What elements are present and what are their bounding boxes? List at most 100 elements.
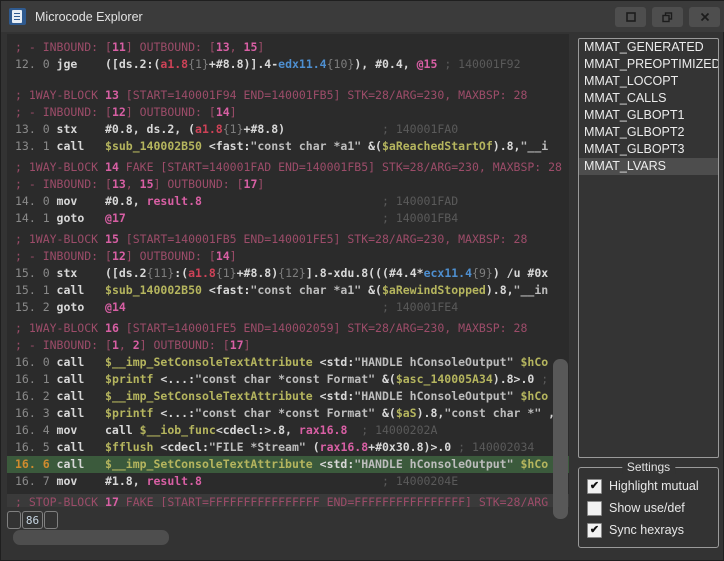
close-button[interactable]: [689, 7, 720, 27]
code-token: goto: [57, 211, 105, 225]
code-token: ; - INBOUND: [: [15, 177, 112, 191]
code-line[interactable]: 16. 6 call $__imp_SetConsoleTextAttribut…: [7, 456, 569, 473]
code-token: 12. 0: [15, 57, 57, 71]
code-token: @17: [105, 211, 126, 225]
code-line[interactable]: ; STOP-BLOCK 17 FAKE [START=FFFFFFFFFFFF…: [7, 494, 569, 507]
maturity-item-mmat_preoptimized[interactable]: MMAT_PREOPTIMIZED: [579, 56, 718, 73]
maturity-item-mmat_glbopt3[interactable]: MMAT_GLBOPT3: [579, 141, 718, 158]
code-line[interactable]: ; 1WAY-BLOCK 14 FAKE [START=140001FAD EN…: [15, 159, 569, 176]
code-line[interactable]: ; 1WAY-BLOCK 16 [START=140001FE5 END=140…: [15, 320, 569, 337]
maturity-item-mmat_generated[interactable]: MMAT_GENERATED: [579, 39, 718, 56]
code-token: ; 140001FAD: [202, 194, 458, 208]
code-token: +#8.8): [237, 266, 279, 280]
code-token: 17: [230, 338, 244, 352]
microcode-view[interactable]: ; - INBOUND: [11] OUTBOUND: [13, 15]12. …: [7, 34, 569, 507]
code-token: ; 14000202A: [347, 423, 437, 437]
code-line[interactable]: 14. 0 mov #0.8, result.8 ; 140001FAD: [15, 193, 569, 210]
code-token: 13: [112, 177, 126, 191]
maturity-list[interactable]: MMAT_GENERATEDMMAT_PREOPTIMIZEDMMAT_LOCO…: [578, 38, 719, 458]
code-line[interactable]: 16. 2 call $__imp_SetConsoleTextAttribut…: [15, 388, 569, 405]
code-block: ; - INBOUND: [11] OUTBOUND: [13, 15]12. …: [15, 39, 569, 73]
code-token: "const char *const Format": [195, 372, 375, 386]
maturity-item-mmat_glbopt1[interactable]: MMAT_GLBOPT1: [579, 107, 718, 124]
vertical-scrollbar[interactable]: [553, 359, 568, 519]
code-line[interactable]: 14. 1 goto @17 ; 140001FB4: [15, 210, 569, 227]
code-line[interactable]: 16. 5 call $fflush <cdecl:"FILE *Stream"…: [15, 439, 569, 456]
code-token: &(: [375, 406, 396, 420]
code-token: <cdecl:: [153, 440, 208, 454]
code-line[interactable]: 16. 1 call $printf <...:"const char *con…: [15, 371, 569, 388]
code-token: ]: [244, 338, 251, 352]
code-token: $hCo: [520, 457, 548, 471]
code-token: ; 140001FB4: [126, 211, 458, 225]
code-token: ]: [257, 40, 264, 54]
code-token: ]: [230, 249, 237, 263]
code-token: ] OUTBOUND: [: [140, 338, 230, 352]
maturity-item-mmat_locopt[interactable]: MMAT_LOCOPT: [579, 73, 718, 90]
code-line[interactable]: 16. 3 call $printf <...:"const char *con…: [15, 405, 569, 422]
code-line[interactable]: 12. 0 jge ([ds.2:(a1.8{1}+#8.8)].4-edx11…: [15, 56, 569, 73]
code-line[interactable]: 13. 1 call $sub_140002B50 <fast:"const c…: [15, 138, 569, 155]
code-token: ,: [119, 338, 133, 352]
code-token: ; - INBOUND: [: [15, 40, 112, 54]
code-token: ] OUTBOUND: [: [126, 249, 216, 263]
checkbox-box[interactable]: ✔: [587, 479, 602, 494]
code-token: 16. 1: [15, 372, 57, 386]
block-number-increment[interactable]: [44, 511, 58, 529]
code-token: $sub_140002B50: [105, 283, 202, 297]
code-line[interactable]: 15. 0 stx ([ds.2{11}:(a1.8{1}+#8.8){12}]…: [15, 265, 569, 282]
code-token: (: [306, 440, 320, 454]
code-token: ), #0.4,: [354, 57, 416, 71]
checkbox-highlight-mutual[interactable]: ✔Highlight mutual: [587, 478, 718, 494]
maturity-item-mmat_glbopt2[interactable]: MMAT_GLBOPT2: [579, 124, 718, 141]
checkbox-box[interactable]: ✔: [587, 523, 602, 538]
code-line[interactable]: 16. 7 mov #1.8, result.8 ; 14000204E: [15, 473, 569, 490]
block-number-decrement[interactable]: [7, 511, 21, 529]
code-line[interactable]: 16. 4 mov call $__iob_func<cdecl:>.8, ra…: [15, 422, 569, 439]
code-token: call: [57, 406, 105, 420]
code-line[interactable]: ; 1WAY-BLOCK 15 [START=140001FB5 END=140…: [15, 231, 569, 248]
code-token: ] OUTBOUND: [: [126, 105, 216, 119]
maturity-item-mmat_lvars[interactable]: MMAT_LVARS: [579, 158, 718, 175]
code-line[interactable]: ; - INBOUND: [13, 15] OUTBOUND: [17]: [15, 176, 569, 193]
code-token: 14. 1: [15, 211, 57, 225]
code-block: ; 1WAY-BLOCK 13 [START=140001F94 END=140…: [15, 87, 569, 155]
code-token: $__imp_SetConsoleTextAttribute: [105, 389, 313, 403]
maximize-button[interactable]: [615, 7, 646, 27]
checkbox-show-use-def[interactable]: Show use/def: [587, 500, 718, 516]
code-token: goto: [57, 300, 105, 314]
code-token: stx #0.8, ds.2, (: [57, 122, 195, 136]
code-token: call: [57, 372, 105, 386]
code-token: 13. 0: [15, 122, 57, 136]
code-token: a1.8: [195, 122, 223, 136]
checkbox-sync-hexrays[interactable]: ✔Sync hexrays: [587, 522, 718, 538]
code-token: 15: [140, 177, 154, 191]
code-token: ; 140001FE4: [126, 300, 458, 314]
code-line[interactable]: ; - INBOUND: [12] OUTBOUND: [14]: [15, 248, 569, 265]
horizontal-scrollbar[interactable]: [13, 530, 169, 545]
code-token: ; 1WAY-BLOCK: [15, 160, 105, 174]
code-line[interactable]: 16. 0 call $__imp_SetConsoleTextAttribut…: [15, 354, 569, 371]
code-token: "const char *": [444, 406, 541, 420]
code-token: 11: [112, 40, 126, 54]
code-line[interactable]: 15. 1 call $sub_140002B50 <fast:"const c…: [15, 282, 569, 299]
code-token: ).8,: [493, 139, 521, 153]
code-token: <std:: [313, 389, 355, 403]
code-token: result.8: [147, 194, 202, 208]
code-line[interactable]: ; - INBOUND: [11] OUTBOUND: [13, 15]: [15, 39, 569, 56]
block-number-field[interactable]: 86: [22, 511, 43, 529]
code-line[interactable]: ; 1WAY-BLOCK 13 [START=140001F94 END=140…: [15, 87, 569, 104]
code-token: {1}: [216, 266, 237, 280]
code-token: 14: [216, 249, 230, 263]
code-line[interactable]: ; - INBOUND: [1, 2] OUTBOUND: [17]: [15, 337, 569, 354]
code-line[interactable]: 15. 2 goto @14 ; 140001FE4: [15, 299, 569, 316]
restore-button[interactable]: [652, 7, 683, 27]
code-line[interactable]: 13. 0 stx #0.8, ds.2, (a1.8{1}+#8.8) ; 1…: [15, 121, 569, 138]
code-token: "HANDLE hConsoleOutput": [354, 457, 513, 471]
code-block: ; STOP-BLOCK 17 FAKE [START=FFFFFFFFFFFF…: [15, 494, 569, 507]
code-token: <std:: [313, 355, 355, 369]
code-token: +#8.8)].4-: [209, 57, 278, 71]
maturity-item-mmat_calls[interactable]: MMAT_CALLS: [579, 90, 718, 107]
checkbox-box[interactable]: [587, 501, 602, 516]
code-line[interactable]: ; - INBOUND: [12] OUTBOUND: [14]: [15, 104, 569, 121]
